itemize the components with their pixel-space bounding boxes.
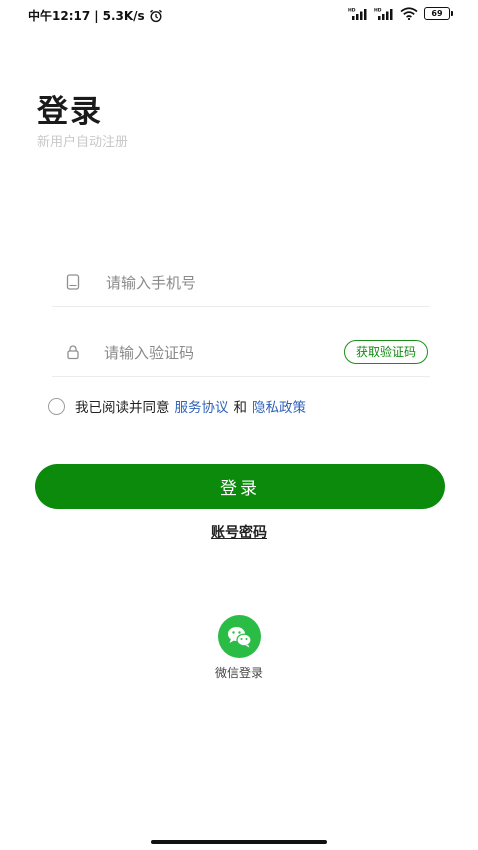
status-time: 中午12:17: [28, 9, 91, 23]
hd-signal-icon: HD: [374, 8, 393, 20]
svg-text:HD: HD: [348, 8, 356, 14]
agreement-conjunction: 和: [233, 400, 248, 416]
page-subtitle: 新用户自动注册: [37, 135, 129, 150]
phone-icon: [66, 274, 80, 290]
hd-signal-icon: HD: [348, 8, 367, 20]
code-input[interactable]: [102, 338, 326, 368]
privacy-policy-link[interactable]: 隐私政策: [252, 396, 306, 416]
wechat-logo-icon: [227, 627, 252, 648]
wechat-login-label: 微信登录: [214, 666, 263, 680]
service-agreement-link[interactable]: 服务协议: [175, 396, 229, 416]
password-login-link[interactable]: 账号密码: [0, 522, 478, 542]
status-separator: |: [94, 8, 99, 23]
wechat-login-button[interactable]: 微信登录: [189, 615, 289, 681]
status-net-speed: 5.3K/s: [102, 8, 145, 23]
home-indicator[interactable]: [151, 840, 327, 844]
alarm-icon: [149, 9, 162, 22]
agreement: 我已阅读并同意 服务协议 和 隐私政策: [48, 396, 306, 416]
battery-level: 69: [431, 9, 443, 18]
get-code-button[interactable]: 获取验证码: [343, 340, 428, 364]
code-input-row: 获取验证码: [52, 328, 430, 377]
svg-text:HD: HD: [374, 8, 382, 14]
status-left: 中午12:17 | 5.3K/s: [28, 7, 163, 24]
wechat-icon: [217, 615, 261, 658]
status-bar: 中午12:17 | 5.3K/s HD HD 69: [0, 0, 478, 30]
phone-input[interactable]: [104, 268, 328, 298]
lock-icon: [67, 345, 79, 360]
phone-input-row: [52, 258, 430, 307]
page-title: 登录: [37, 94, 103, 130]
battery-icon: 69: [424, 7, 453, 20]
status-right: HD HD 69: [348, 7, 453, 20]
agree-checkbox[interactable]: [48, 397, 65, 415]
wifi-icon: [400, 7, 418, 20]
login-button[interactable]: 登录: [35, 464, 445, 509]
agreement-prefix: 我已阅读并同意: [75, 400, 170, 416]
